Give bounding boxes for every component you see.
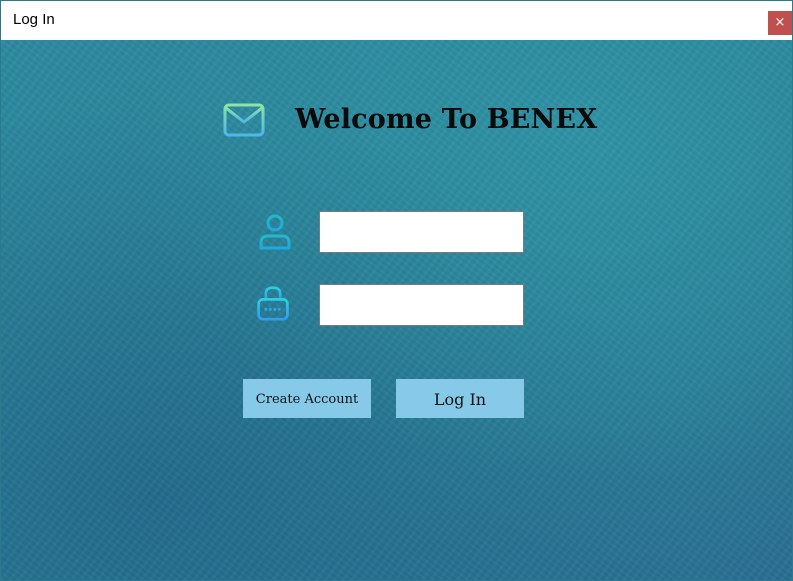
password-field[interactable]	[319, 284, 524, 326]
log-in-button[interactable]: Log In	[396, 379, 524, 418]
close-button[interactable]: ×	[768, 11, 792, 35]
envelope-icon	[223, 103, 265, 137]
lock-icon	[257, 286, 289, 321]
login-window: Log In × Welcome To BENEX Create Account…	[0, 0, 793, 581]
create-account-button[interactable]: Create Account	[243, 379, 371, 418]
window-title: Log In	[13, 11, 55, 28]
welcome-heading: Welcome To BENEX	[295, 104, 598, 135]
username-field[interactable]	[319, 211, 524, 253]
login-panel: Welcome To BENEX Create Account Log In	[1, 40, 792, 580]
title-bar[interactable]: Log In ×	[1, 1, 792, 40]
user-icon	[259, 214, 291, 250]
close-icon: ×	[774, 15, 786, 30]
